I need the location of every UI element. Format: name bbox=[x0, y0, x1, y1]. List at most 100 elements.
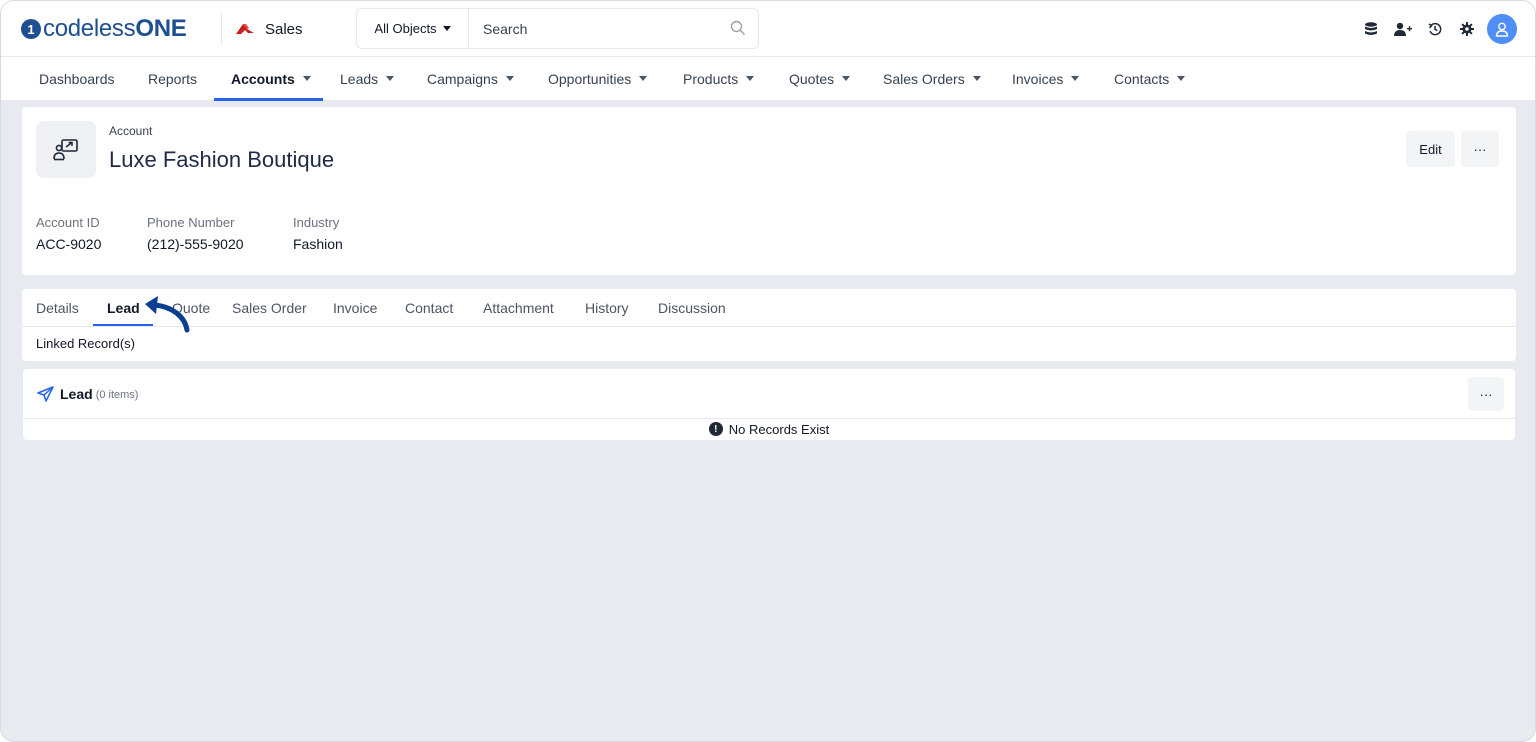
tab-label: Contact bbox=[405, 299, 454, 316]
chevron-down-icon bbox=[842, 76, 851, 81]
nav-label: Sales Orders bbox=[883, 70, 965, 87]
nav-label: Accounts bbox=[231, 70, 295, 87]
chevron-down-icon bbox=[442, 26, 451, 31]
header-actions bbox=[1355, 13, 1517, 45]
related-list-header: Lead (0 items) bbox=[37, 386, 138, 402]
nav-label: Leads bbox=[340, 70, 379, 87]
nav-dashboards[interactable]: Dashboards bbox=[37, 57, 117, 100]
codelessone-logo[interactable]: 1 codelessONE bbox=[21, 15, 187, 43]
nav-campaigns[interactable]: Campaigns bbox=[425, 57, 516, 100]
database-icon[interactable] bbox=[1355, 13, 1387, 45]
nav-label: Dashboards bbox=[39, 70, 115, 87]
history-icon[interactable] bbox=[1419, 13, 1451, 45]
field-phone-number: Phone Number (212)-555-9020 bbox=[147, 215, 244, 252]
tab-sales-order[interactable]: Sales Order bbox=[232, 289, 307, 326]
tab-label: Details bbox=[36, 299, 79, 316]
tab-label: Attachment bbox=[483, 299, 554, 316]
paper-plane-icon bbox=[37, 386, 54, 402]
top-header: 1 codelessONE Sales All Objects bbox=[1, 1, 1535, 57]
nav-reports[interactable]: Reports bbox=[146, 57, 199, 100]
record-title: Luxe Fashion Boutique bbox=[109, 147, 335, 172]
field-value: (212)-555-9020 bbox=[147, 236, 244, 252]
nav-label: Opportunities bbox=[548, 70, 632, 87]
field-label: Industry bbox=[293, 215, 340, 230]
pointer-arrow-icon bbox=[145, 296, 190, 333]
chevron-down-icon bbox=[1177, 76, 1186, 81]
related-list-title: Lead bbox=[60, 386, 93, 402]
nav-opportunities[interactable]: Opportunities bbox=[546, 57, 649, 100]
field-label: Phone Number bbox=[147, 215, 235, 230]
app-window: 1 codelessONE Sales All Objects Search D… bbox=[0, 0, 1536, 742]
nav-contacts[interactable]: Contacts bbox=[1112, 57, 1187, 100]
nav-label: Quotes bbox=[789, 70, 835, 87]
nav-label: Campaigns bbox=[427, 70, 498, 87]
field-value: ACC-9020 bbox=[36, 236, 102, 252]
main-nav: Dashboards Reports Accounts Leads Campai… bbox=[1, 57, 1535, 101]
empty-state-text: No Records Exist bbox=[728, 421, 830, 437]
chevron-down-icon bbox=[302, 76, 311, 81]
chevron-down-icon bbox=[386, 76, 395, 81]
nav-products[interactable]: Products bbox=[681, 57, 756, 100]
linked-records-label: Linked Record(s) bbox=[36, 336, 135, 351]
tab-attachment[interactable]: Attachment bbox=[483, 289, 554, 326]
edit-button[interactable]: Edit bbox=[1406, 131, 1455, 167]
search-input[interactable] bbox=[469, 9, 719, 48]
field-account-id: Account ID ACC-9020 bbox=[36, 215, 101, 252]
info-icon: ! bbox=[708, 422, 723, 436]
tab-details[interactable]: Details bbox=[36, 289, 79, 326]
user-avatar-icon[interactable] bbox=[1487, 14, 1517, 44]
field-value: Fashion bbox=[293, 236, 343, 252]
tab-label: Sales Order bbox=[232, 299, 307, 316]
record-tabs-card: Details Lead Quote Sales Order Invoice C… bbox=[22, 289, 1516, 361]
tab-invoice[interactable]: Invoice bbox=[333, 289, 377, 326]
logo-text-prefix: codeless bbox=[43, 15, 136, 42]
add-user-icon[interactable] bbox=[1387, 13, 1419, 45]
nav-sales-orders[interactable]: Sales Orders bbox=[881, 57, 983, 100]
chevron-down-icon bbox=[1071, 76, 1080, 81]
search-scope-label: All Objects bbox=[374, 21, 437, 36]
tab-label: Invoice bbox=[333, 299, 378, 316]
tab-label: Discussion bbox=[658, 299, 726, 316]
global-search: All Objects bbox=[356, 8, 759, 49]
related-list-count: (0 items) bbox=[95, 389, 139, 401]
logo-text-suffix: ONE bbox=[135, 15, 187, 42]
nav-label: Products bbox=[683, 70, 739, 87]
lead-related-list: Lead (0 items) ··· ! No Records Exist bbox=[23, 369, 1515, 440]
tabs-divider bbox=[22, 326, 1516, 327]
empty-state: ! No Records Exist bbox=[23, 421, 1515, 437]
sales-app-icon bbox=[236, 24, 254, 34]
tab-lead[interactable]: Lead bbox=[107, 289, 140, 326]
header-divider bbox=[221, 13, 222, 45]
chevron-down-icon bbox=[972, 76, 981, 81]
nav-quotes[interactable]: Quotes bbox=[787, 57, 852, 100]
nav-accounts[interactable]: Accounts bbox=[229, 57, 313, 100]
chevron-down-icon bbox=[639, 76, 648, 81]
logo-text: codelessONE bbox=[43, 15, 187, 43]
tab-label: History bbox=[585, 299, 629, 316]
nav-label: Contacts bbox=[1114, 70, 1170, 87]
nav-label: Invoices bbox=[1012, 70, 1064, 87]
related-list-divider bbox=[23, 418, 1515, 419]
chevron-down-icon bbox=[746, 76, 755, 81]
nav-invoices[interactable]: Invoices bbox=[1010, 57, 1081, 100]
tab-discussion[interactable]: Discussion bbox=[658, 289, 726, 326]
search-icon[interactable] bbox=[730, 20, 746, 36]
app-switcher[interactable]: Sales bbox=[235, 17, 303, 41]
search-scope-dropdown[interactable]: All Objects bbox=[357, 9, 469, 48]
nav-active-indicator bbox=[214, 98, 323, 101]
settings-icon[interactable] bbox=[1451, 13, 1483, 45]
chevron-down-icon bbox=[505, 76, 514, 81]
field-industry: Industry Fashion bbox=[293, 215, 343, 252]
nav-leads[interactable]: Leads bbox=[338, 57, 396, 100]
related-list-more-button[interactable]: ··· bbox=[1468, 377, 1504, 411]
record-type-label: Account bbox=[109, 124, 153, 138]
app-name: Sales bbox=[265, 20, 303, 38]
nav-label: Reports bbox=[148, 70, 198, 87]
tab-contact[interactable]: Contact bbox=[405, 289, 453, 326]
tab-history[interactable]: History bbox=[585, 289, 629, 326]
tab-label: Lead bbox=[107, 299, 140, 316]
field-label: Account ID bbox=[36, 215, 100, 230]
account-icon bbox=[36, 121, 96, 178]
more-actions-button[interactable]: ··· bbox=[1461, 131, 1499, 167]
logo-mark: 1 bbox=[21, 19, 41, 39]
